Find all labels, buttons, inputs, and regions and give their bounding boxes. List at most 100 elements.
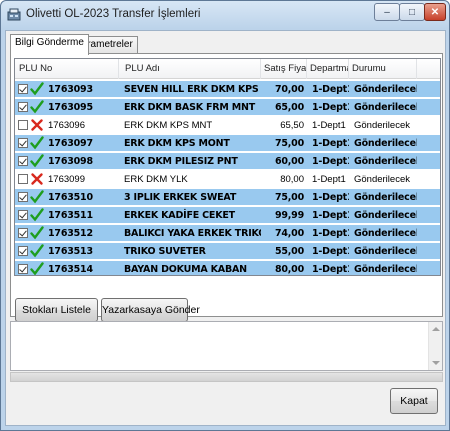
cell-satis-fiyati: 99,99	[274, 210, 304, 221]
cell-durumu: Gönderilecek	[354, 120, 410, 131]
row-checkbox[interactable]	[18, 246, 28, 256]
cell-departman: 1-Dept1	[312, 156, 349, 167]
progress-bar	[10, 372, 443, 382]
cell-departman: 1-Dept1	[312, 174, 346, 185]
row-checkbox[interactable]	[18, 264, 28, 274]
cell-plu-adi: 3 IPLIK ERKEK SWEAT	[124, 192, 237, 203]
table-row[interactable]: 1763099 ERK DKM YLK 80,00 1-Dept1 Gönderilec…	[15, 171, 440, 188]
cell-satis-fiyati: 75,00	[274, 192, 304, 203]
cell-plu-no: 1763512	[48, 228, 93, 239]
window-title: Olivetti OL-2023 Transfer İşlemleri	[26, 8, 201, 20]
row-checkbox[interactable]	[18, 138, 28, 148]
cell-plu-no: 1763510	[48, 192, 93, 203]
table-row[interactable]: 1763512 BALIKCI YAKA ERKEK TRIKO 74,00 1-De…	[15, 225, 440, 242]
row-checkbox[interactable]	[18, 84, 28, 94]
app-window: Olivetti OL-2023 Transfer İşlemleri – □ …	[0, 0, 450, 431]
row-checkbox[interactable]	[18, 228, 28, 238]
cell-plu-adi: ERK DKM BASK FRM MNT	[124, 102, 256, 113]
table-row[interactable]: 1763098 ERK DKM PILESIZ PNT 60,00 1-Dept1 Gö…	[15, 153, 440, 170]
cell-plu-no: 1763511	[48, 210, 93, 221]
cell-departman: 1-Dept1	[312, 210, 349, 221]
title-bar[interactable]: Olivetti OL-2023 Transfer İşlemleri – □ …	[1, 1, 449, 29]
row-checkbox[interactable]	[18, 192, 28, 202]
table-row[interactable]: 1763511 ERKEK KADİFE CEKET 99,99 1-Dept1 Gön…	[15, 207, 440, 224]
row-checkbox[interactable]	[18, 120, 28, 130]
cell-plu-adi: TRIKO SUVETER	[124, 246, 206, 257]
plu-grid[interactable]: PLU No PLU Adı Satış Fiyatı Departmar Du…	[14, 58, 441, 276]
cell-satis-fiyati: 60,00	[274, 156, 304, 167]
cell-satis-fiyati: 80,00	[280, 174, 304, 185]
log-textbox[interactable]	[10, 321, 443, 371]
tab-bilgi-gonderme[interactable]: Bilgi Gönderme	[10, 34, 89, 55]
cell-plu-no: 1763098	[48, 156, 93, 167]
table-row[interactable]: 1763513 TRIKO SUVETER 55,00 1-Dept1 Gönderil…	[15, 243, 440, 260]
stoklari-listele-button[interactable]: Stokları Listele	[15, 298, 98, 322]
check-icon	[30, 136, 44, 150]
check-icon	[30, 262, 44, 275]
log-scrollbar[interactable]	[428, 322, 442, 370]
cross-icon	[31, 173, 43, 185]
cell-plu-no: 1763514	[48, 264, 93, 275]
row-checkbox[interactable]	[18, 102, 28, 112]
tab-panel-bilgi-gonderme: PLU No PLU Adı Satış Fiyatı Departmar Du…	[10, 53, 443, 322]
cell-plu-adi: ERK DKM KPS MNT	[124, 120, 213, 131]
row-checkbox[interactable]	[18, 210, 28, 220]
close-icon: ✕	[430, 6, 440, 18]
cell-satis-fiyati: 70,00	[274, 84, 304, 95]
row-checkbox[interactable]	[18, 174, 28, 184]
scroll-down-icon[interactable]	[432, 361, 440, 365]
minimize-icon: –	[384, 6, 390, 18]
cell-plu-adi: ERK DKM PILESIZ PNT	[124, 156, 238, 167]
cell-durumu: Gönderilecek	[354, 138, 417, 149]
check-icon	[30, 154, 44, 168]
cell-satis-fiyati: 65,00	[274, 102, 304, 113]
check-icon	[30, 244, 44, 258]
column-header-empty	[417, 59, 440, 79]
cell-plu-adi: ERK DKM YLK	[124, 174, 188, 185]
cell-plu-no: 1763097	[48, 138, 93, 149]
column-header-plu-adi[interactable]: PLU Adı	[119, 59, 261, 79]
minimize-button[interactable]: –	[374, 3, 400, 21]
cell-departman: 1-Dept1	[312, 138, 349, 149]
cell-durumu: Gönderilecek	[354, 228, 417, 239]
table-row[interactable]: 1763095 ERK DKM BASK FRM MNT 65,00 1-Dept1 G…	[15, 99, 440, 116]
column-header-plu-no[interactable]: PLU No	[15, 59, 119, 79]
cell-departman: 1-Dept1	[312, 102, 349, 113]
cell-departman: 1-Dept1	[312, 246, 349, 257]
table-row[interactable]: 1763096 ERK DKM KPS MNT 65,50 1-Dept1 Gönder…	[15, 117, 440, 134]
grid-header: PLU No PLU Adı Satış Fiyatı Departmar Du…	[15, 59, 440, 79]
cell-durumu: Gönderilecek	[354, 102, 417, 113]
cell-durumu: Gönderilecek	[354, 84, 417, 95]
cell-plu-no: 1763096	[48, 120, 85, 131]
cell-durumu: Gönderilecek	[354, 156, 417, 167]
kapat-button[interactable]: Kapat	[390, 388, 438, 414]
table-row[interactable]: 1763514 BAYAN DOKUMA KABAN 80,00 1-Dept1 Gön…	[15, 261, 440, 275]
row-checkbox[interactable]	[18, 156, 28, 166]
scroll-up-icon[interactable]	[432, 327, 440, 331]
cell-satis-fiyati: 74,00	[274, 228, 304, 239]
table-row[interactable]: 1763510 3 IPLIK ERKEK SWEAT 75,00 1-Dept1 Gö…	[15, 189, 440, 206]
client-area: Bilgi Gönderme Parametreler PLU No PLU A…	[5, 30, 446, 426]
check-icon	[30, 82, 44, 96]
column-header-durumu[interactable]: Durumu	[349, 59, 417, 79]
column-header-satis-fiyati[interactable]: Satış Fiyatı	[261, 59, 307, 79]
check-icon	[30, 208, 44, 222]
table-row[interactable]: 1763093 SEVEN HILL ERK DKM KPS D... 70,00 1…	[15, 81, 440, 98]
column-header-departman[interactable]: Departmar	[307, 59, 349, 79]
cross-icon	[31, 119, 43, 131]
yazarkasaya-gonder-button[interactable]: Yazarkasaya Gönder	[101, 298, 200, 322]
app-icon	[7, 8, 21, 21]
check-icon	[30, 190, 44, 204]
close-button[interactable]: ✕	[424, 3, 446, 21]
cell-departman: 1-Dept1	[312, 84, 349, 95]
cell-plu-no: 1763095	[48, 102, 93, 113]
cell-plu-no: 1763513	[48, 246, 93, 257]
footer-area: Kapat	[6, 382, 445, 425]
cell-departman: 1-Dept1	[312, 264, 349, 275]
cell-satis-fiyati: 80,00	[274, 264, 304, 275]
maximize-button[interactable]: □	[399, 3, 425, 21]
table-row[interactable]: 1763097 ERK DKM KPS MONT 75,00 1-Dept1 Gönde…	[15, 135, 440, 152]
cell-plu-no: 1763093	[48, 84, 93, 95]
cell-departman: 1-Dept1	[312, 120, 346, 131]
cell-durumu: Gönderilecek	[354, 264, 417, 275]
